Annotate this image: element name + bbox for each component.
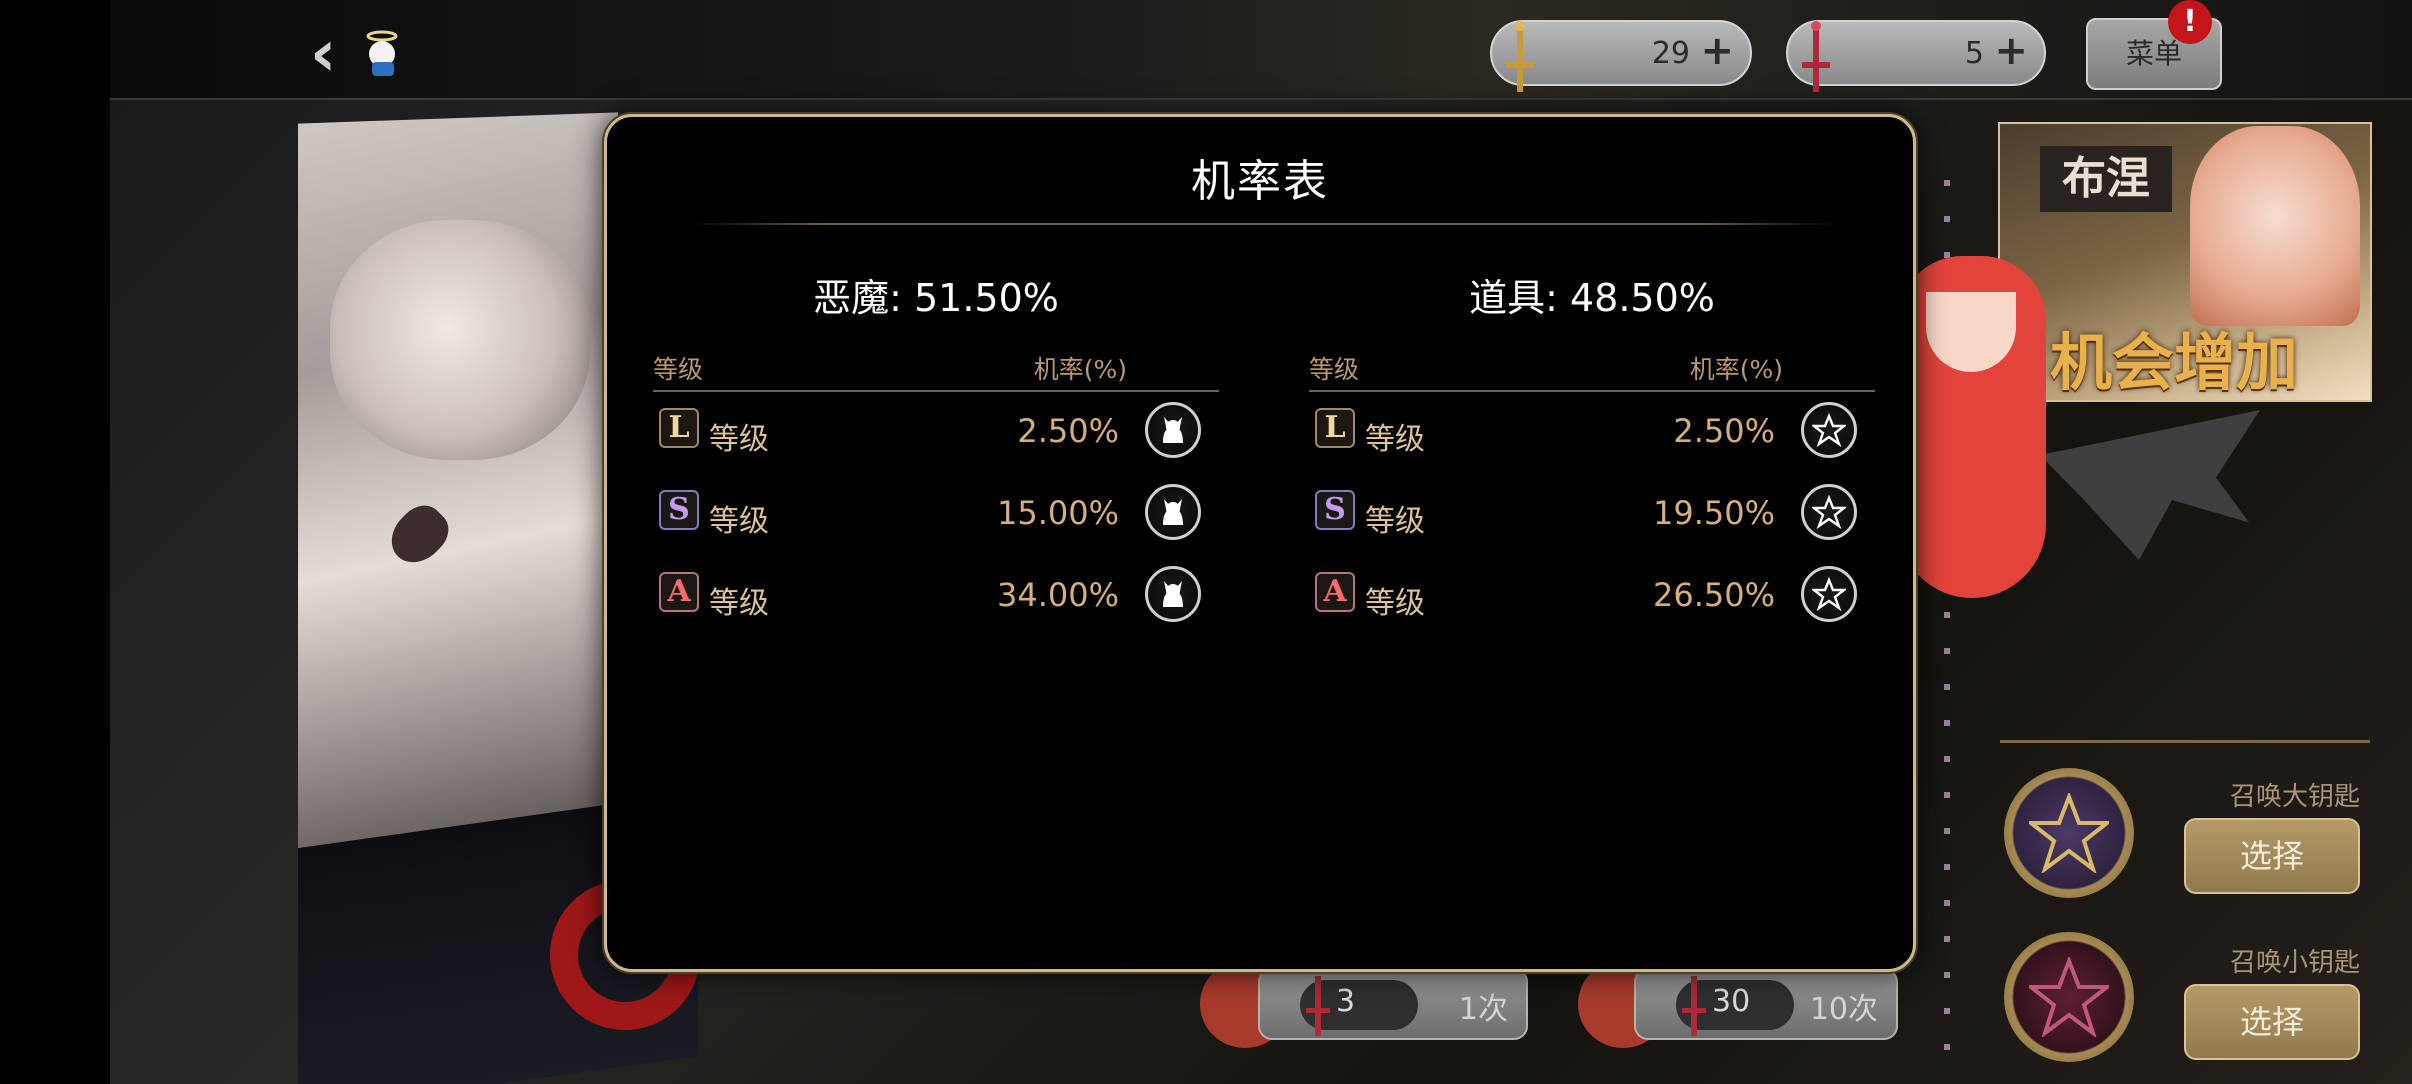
currency-small-key[interactable]: 5 + <box>1786 20 2046 92</box>
demon-table-header: 等级 机率(%) <box>653 342 1219 392</box>
draw-ten-cost: 30 <box>1712 984 1751 1019</box>
grade-s-badge: S <box>1315 490 1355 530</box>
demon-col-rate: 机率(%) <box>1033 355 1127 384</box>
item-total-rate: 道具: 48.50% <box>1469 276 1715 320</box>
item-row-l: L 等级 2.50% <box>1309 392 1875 474</box>
demon-col-grade: 等级 <box>653 355 704 384</box>
red-cross-key-icon <box>1802 21 1830 92</box>
pentagram-icon <box>1801 402 1857 458</box>
summon-big-key-label: 召唤大钥匙 <box>2229 782 2360 812</box>
demon-cat-icon <box>1145 484 1201 540</box>
grade-label: 等级 <box>709 504 769 539</box>
grade-a-badge: A <box>659 572 699 612</box>
rate-value: 26.50% <box>1652 576 1775 614</box>
modal-title: 机率表 <box>1191 156 1329 207</box>
grade-a-badge: A <box>1315 572 1355 612</box>
red-cross-key-icon <box>1306 976 1330 1036</box>
summon-big-key-select-button[interactable]: 选择 <box>2184 818 2360 894</box>
grade-label: 等级 <box>1365 422 1425 457</box>
demon-cat-icon <box>1145 402 1201 458</box>
red-cross-key-icon <box>1682 976 1706 1036</box>
small-key-seal-icon <box>2004 932 2134 1062</box>
demon-total-rate: 恶魔: 51.50% <box>813 276 1059 320</box>
top-bar-background <box>110 0 2412 98</box>
currency-large-key[interactable]: 29 + <box>1490 20 1752 92</box>
grade-l-badge: L <box>659 408 699 448</box>
probability-table-modal[interactable]: 机率表 恶魔: 51.50% 等级 机率(%) L 等级 2.50% S 等级 … <box>604 114 1916 972</box>
grade-label: 等级 <box>1365 504 1425 539</box>
pentagram-icon <box>1801 566 1857 622</box>
item-rate-column: 道具: 48.50% 等级 机率(%) L 等级 2.50% S 等级 19.5… <box>1309 267 1875 638</box>
rate-value: 2.50% <box>1673 412 1775 450</box>
demon-row-l: L 等级 2.50% <box>653 392 1219 474</box>
grade-label: 等级 <box>709 586 769 621</box>
big-key-seal-icon <box>2004 768 2134 898</box>
angel-mascot-icon <box>366 30 398 76</box>
rate-value: 19.50% <box>1652 494 1775 532</box>
item-row-s: S 等级 19.50% <box>1309 474 1875 556</box>
draw-ten-button[interactable]: 30 10次 <box>1634 968 1898 1040</box>
modal-title-divider <box>691 223 1835 225</box>
demon-cat-icon <box>1145 566 1201 622</box>
item-col-grade: 等级 <box>1309 355 1360 384</box>
currency-large-key-value: 29 <box>1651 36 1690 71</box>
item-row-a: A 等级 26.50% <box>1309 556 1875 638</box>
demon-row-s: S 等级 15.00% <box>653 474 1219 556</box>
currency-small-key-add-icon[interactable]: + <box>1994 28 2028 74</box>
draw-once-label: 1次 <box>1458 992 1508 1027</box>
rate-value: 34.00% <box>996 576 1119 614</box>
draw-once-cost: 3 <box>1336 984 1356 1019</box>
demon-row-a: A 等级 34.00% <box>653 556 1219 638</box>
summon-divider <box>2000 740 2370 743</box>
banner-rate-up-text: 机会增加 <box>2050 326 2299 399</box>
grade-label: 等级 <box>709 422 769 457</box>
draw-ten-label: 10次 <box>1809 992 1878 1027</box>
rate-value: 2.50% <box>1017 412 1119 450</box>
gold-cross-key-icon <box>1506 21 1534 92</box>
currency-small-key-value: 5 <box>1964 36 1984 71</box>
grade-label: 等级 <box>1365 586 1425 621</box>
grade-s-badge: S <box>659 490 699 530</box>
draw-once-button[interactable]: 3 1次 <box>1258 968 1528 1040</box>
grade-l-badge: L <box>1315 408 1355 448</box>
summon-small-key-label: 召唤小钥匙 <box>2229 948 2360 978</box>
menu-alert-badge: ! <box>2168 0 2212 44</box>
character-face-art <box>330 220 590 460</box>
item-table-header: 等级 机率(%) <box>1309 342 1875 392</box>
item-col-rate: 机率(%) <box>1689 355 1783 384</box>
summon-small-key-select-button[interactable]: 选择 <box>2184 984 2360 1060</box>
demon-rate-column: 恶魔: 51.50% 等级 机率(%) L 等级 2.50% S 等级 15.0… <box>653 267 1219 638</box>
pentagram-icon <box>1801 484 1857 540</box>
banner-character-name: 布涅 <box>2040 146 2172 212</box>
back-button[interactable]: ‹ <box>310 22 352 86</box>
currency-large-key-add-icon[interactable]: + <box>1700 28 1734 74</box>
rate-value: 15.00% <box>996 494 1119 532</box>
banner-character-art <box>2190 126 2360 326</box>
